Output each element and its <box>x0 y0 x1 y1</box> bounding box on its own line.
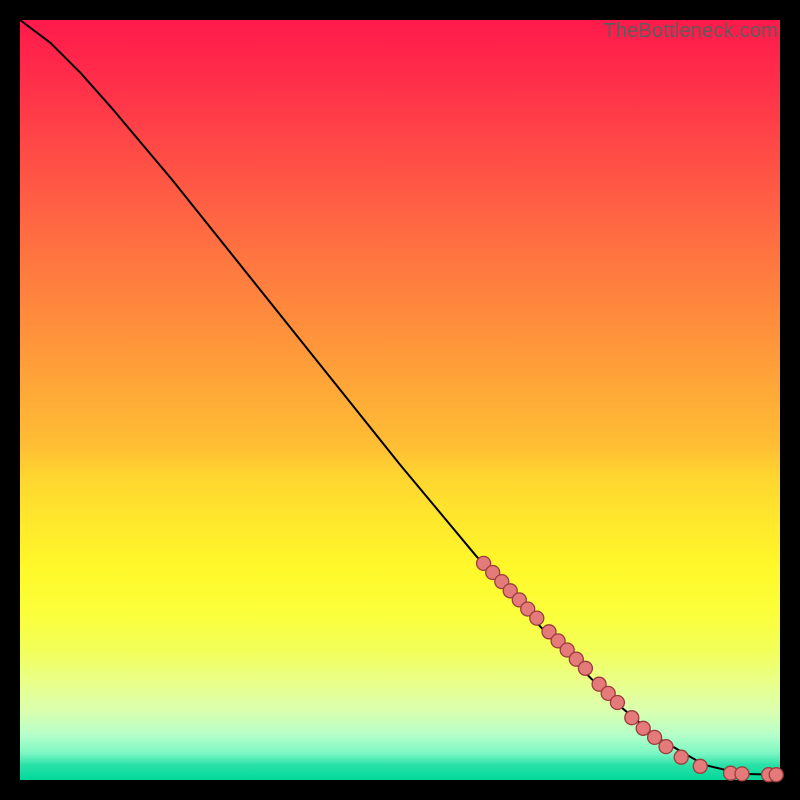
data-point <box>648 730 662 744</box>
chart-frame: TheBottleneck.com <box>20 20 780 780</box>
data-point <box>735 767 749 781</box>
data-point <box>693 759 707 773</box>
data-point <box>659 740 673 754</box>
data-point <box>625 711 639 725</box>
data-point <box>610 696 624 710</box>
data-point <box>674 750 688 764</box>
watermark-text: TheBottleneck.com <box>603 20 778 43</box>
performance-curve <box>20 20 780 775</box>
data-point <box>530 611 544 625</box>
data-points-group <box>477 556 784 781</box>
data-point <box>769 768 783 782</box>
chart-svg <box>20 20 780 780</box>
data-point <box>636 721 650 735</box>
data-point <box>578 661 592 675</box>
